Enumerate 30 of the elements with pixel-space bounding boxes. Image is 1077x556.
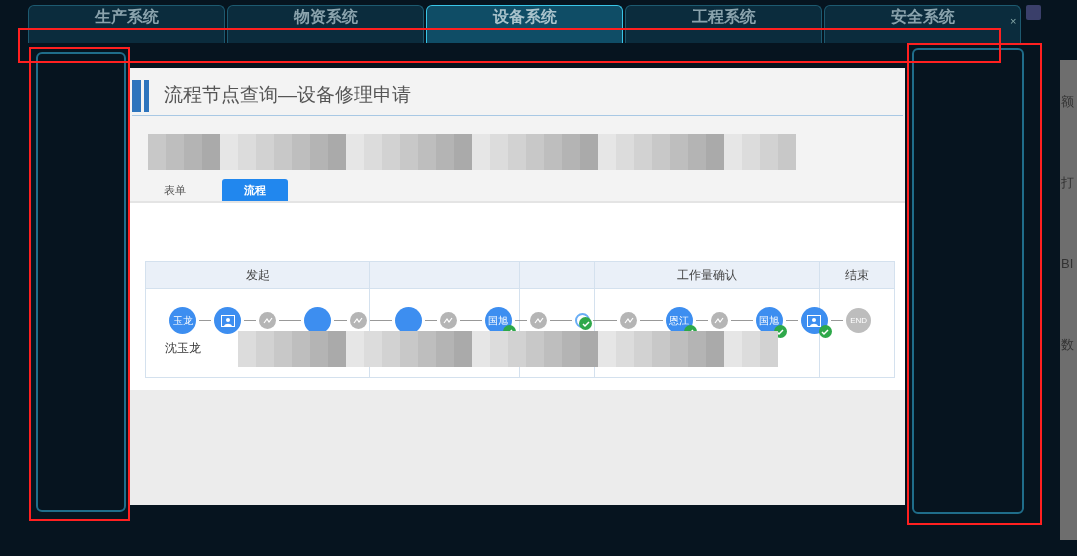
system-tab[interactable]: 生产系统: [28, 5, 225, 43]
dialog-title: 流程节点查询—设备修理申请: [164, 83, 411, 108]
system-tab[interactable]: 物资系统: [227, 5, 424, 43]
pending-node[interactable]: [575, 313, 591, 328]
branch-icon: [533, 316, 544, 325]
branch-icon: [443, 316, 454, 325]
person-name: 沈玉龙: [164, 340, 201, 357]
portrait-icon: [807, 314, 822, 327]
side-text: BI: [1061, 257, 1074, 270]
branch-icon: [623, 316, 634, 325]
stage-header: 工作量确认: [677, 267, 737, 284]
stage-header: 发起: [245, 267, 270, 284]
portrait-icon: [220, 314, 235, 327]
system-tab[interactable]: 设备系统: [426, 5, 623, 43]
side-text: 数: [1061, 338, 1074, 351]
view-tab[interactable]: 表单: [142, 179, 208, 201]
side-text: 打: [1061, 176, 1074, 189]
form-node[interactable]: [214, 307, 242, 334]
end-node: END: [846, 308, 872, 333]
branch-icon: [714, 316, 725, 325]
view-tab[interactable]: 流程: [222, 179, 288, 201]
title-marker-icon: [132, 79, 152, 112]
branch-icon: [353, 316, 364, 325]
stage-header: 结束: [844, 267, 869, 284]
system-tab[interactable]: 工程系统: [625, 5, 822, 43]
close-button[interactable]: ×: [1010, 16, 1017, 27]
check-icon: [818, 325, 832, 338]
person-node[interactable]: 玉龙: [169, 307, 196, 334]
check-icon: [579, 317, 593, 330]
branch-icon: [262, 316, 273, 325]
